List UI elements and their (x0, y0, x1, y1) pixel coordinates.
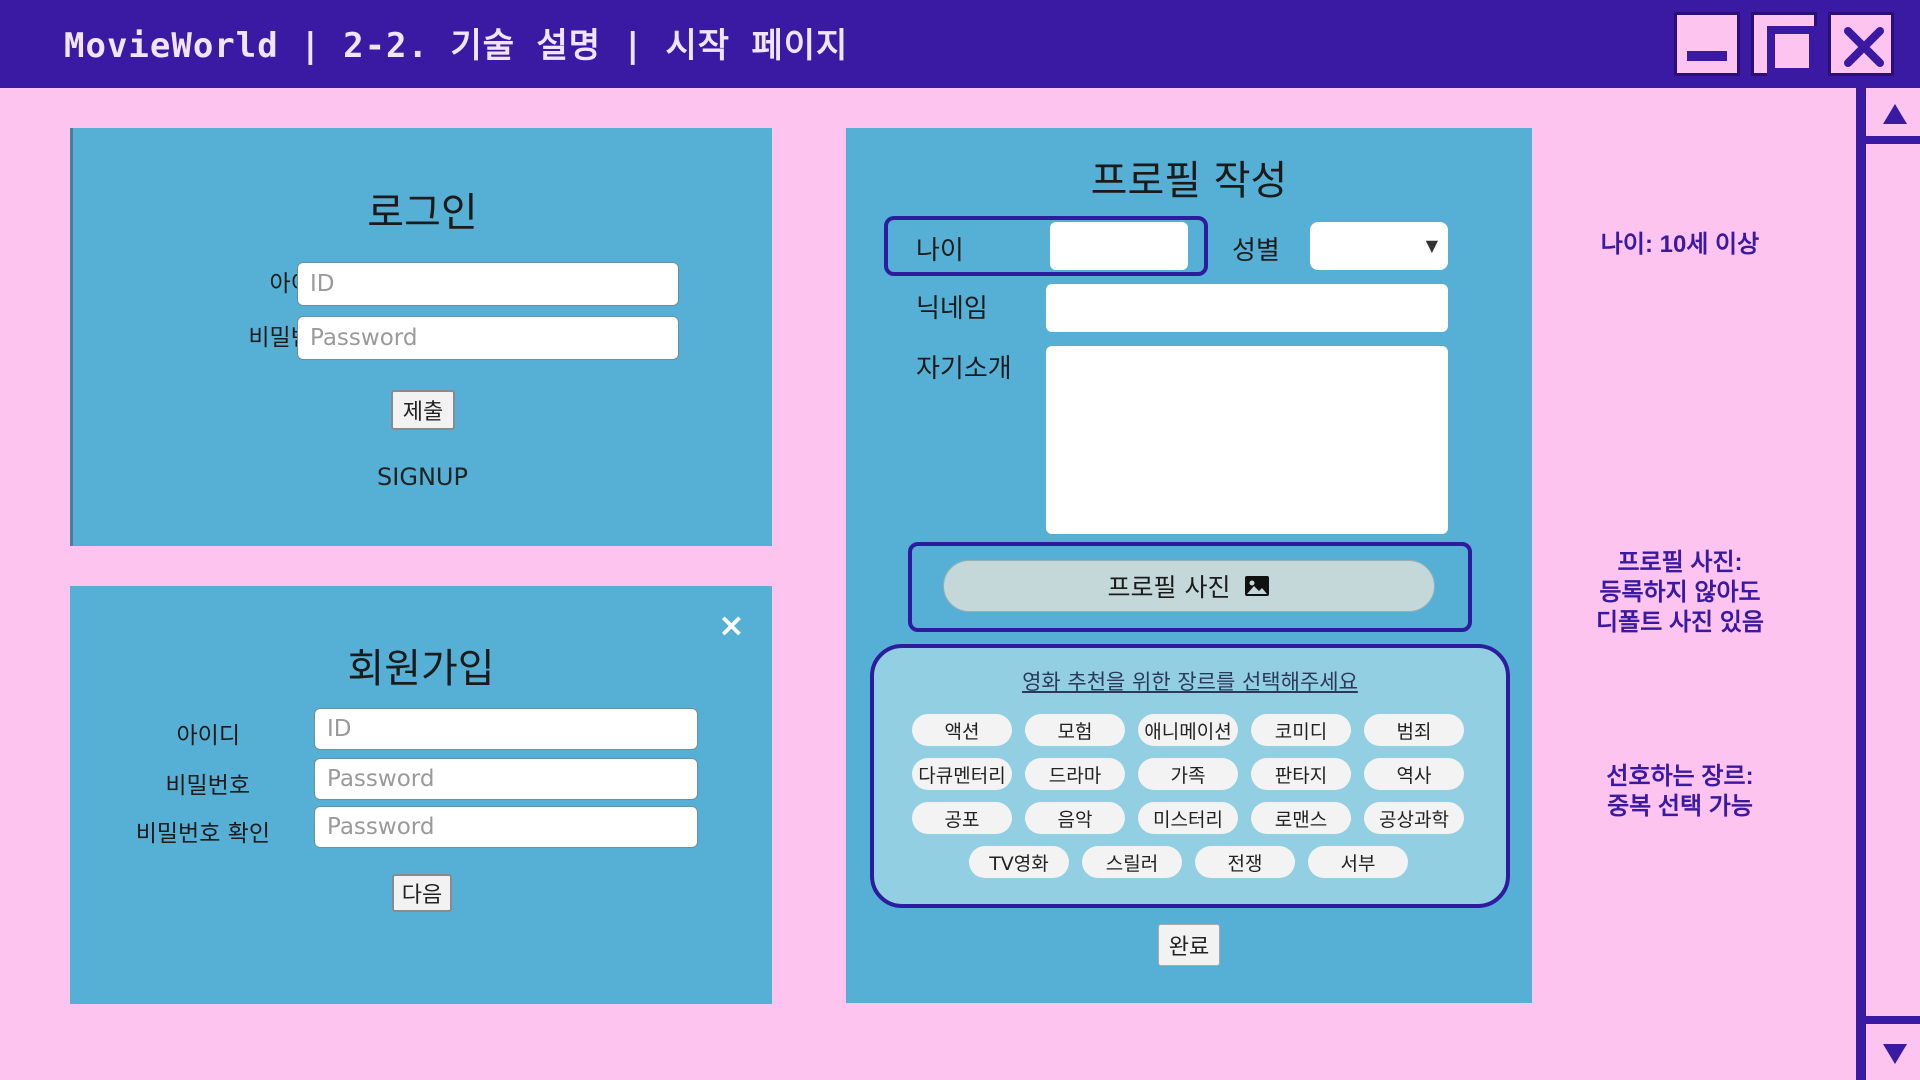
genre-chip[interactable]: 애니메이션 (1138, 714, 1238, 746)
scroll-down-button[interactable] (1866, 1016, 1920, 1080)
signup-password-label: 비밀번호 (165, 773, 250, 799)
maximize-button[interactable] (1751, 12, 1817, 76)
title-bar: MovieWorld | 2-2. 기술 설명 | 시작 페이지 (0, 0, 1920, 88)
genre-chip[interactable]: 미스터리 (1138, 802, 1238, 834)
minimize-button[interactable] (1674, 12, 1740, 76)
login-submit-button[interactable]: 제출 (391, 390, 455, 430)
genre-chip[interactable]: 가족 (1138, 758, 1238, 790)
genre-chip[interactable]: 드라마 (1025, 758, 1125, 790)
genre-note: 선호하는 장르: 중복 선택 가능 (1560, 762, 1800, 822)
arrow-down-icon (1883, 1044, 1907, 1064)
vertical-scrollbar[interactable] (1856, 88, 1920, 1080)
genre-chip[interactable]: 모험 (1025, 714, 1125, 746)
genre-note-line: 선호하는 장르: (1606, 763, 1754, 790)
intro-label: 자기소개 (916, 354, 1012, 384)
gender-label: 성별 (1232, 236, 1280, 266)
genre-chip[interactable]: TV영화 (969, 846, 1069, 878)
signup-id-input[interactable]: ID (314, 708, 698, 750)
signup-password-confirm-input[interactable]: Password (314, 806, 698, 848)
genre-chip[interactable]: 역사 (1364, 758, 1464, 790)
signup-next-button[interactable]: 다음 (392, 874, 452, 912)
genre-title: 영화 추천을 위한 장르를 선택해주세요 (1022, 670, 1358, 694)
genre-chip[interactable]: 서부 (1308, 846, 1408, 878)
login-panel: 로그인 아이디 ID 비밀번호 Password 제출 SIGNUP (70, 128, 772, 546)
login-heading: 로그인 (367, 190, 478, 236)
login-id-input[interactable]: ID (297, 262, 679, 306)
nickname-input[interactable] (1046, 284, 1448, 332)
genre-selection-box: 영화 추천을 위한 장르를 선택해주세요 액션 모험 애니메이션 코미디 범죄다큐멘터리… (870, 644, 1510, 908)
genre-chip[interactable]: 전쟁 (1195, 846, 1295, 878)
arrow-up-icon (1883, 104, 1907, 124)
age-label: 나이 (916, 236, 964, 266)
genre-chip[interactable]: 액션 (912, 714, 1012, 746)
intro-textarea[interactable] (1046, 346, 1448, 534)
gender-select[interactable]: ▼ (1310, 222, 1448, 270)
signup-password-confirm-label: 비밀번호 확인 (135, 821, 270, 847)
signup-id-label: 아이디 (176, 723, 240, 749)
genre-chip[interactable]: 스릴러 (1082, 846, 1182, 878)
photo-note-line: 디폴트 사진 있음 (1596, 609, 1764, 636)
signup-heading: 회원가입 (347, 646, 495, 692)
login-password-input[interactable]: Password (297, 316, 679, 360)
genre-chip[interactable]: 로맨스 (1251, 802, 1351, 834)
genre-chip[interactable]: 음악 (1025, 802, 1125, 834)
signup-link[interactable]: SIGNUP (73, 463, 772, 491)
window-title: MovieWorld | 2-2. 기술 설명 | 시작 페이지 (64, 26, 849, 66)
signup-password-input[interactable]: Password (314, 758, 698, 800)
genre-chip[interactable]: 다큐멘터리 (912, 758, 1012, 790)
chevron-down-icon: ▼ (1425, 236, 1438, 255)
age-note: 나이: 10세 이상 (1600, 231, 1760, 258)
profile-panel: 프로필 작성 나이 성별 ▼ 닉네임 자기소개 프로필 사진 영화 추천을 위한… (846, 128, 1532, 1003)
profile-photo-label: 프로필 사진 (1107, 573, 1231, 602)
genre-chip[interactable]: 공포 (912, 802, 1012, 834)
photo-note: 프로필 사진: 등록하지 않아도 디폴트 사진 있음 (1560, 548, 1800, 638)
close-window-button[interactable] (1828, 12, 1894, 76)
genre-note-line: 중복 선택 가능 (1607, 793, 1753, 820)
photo-note-line: 프로필 사진: (1617, 549, 1743, 576)
photo-note-line: 등록하지 않아도 (1599, 579, 1761, 606)
nickname-label: 닉네임 (916, 294, 988, 324)
scroll-up-button[interactable] (1866, 88, 1920, 144)
genre-chip[interactable]: 코미디 (1251, 714, 1351, 746)
signup-panel: × 회원가입 아이디 ID 비밀번호 Password 비밀번호 확인 Pass… (70, 586, 772, 1004)
image-icon (1245, 576, 1270, 596)
profile-heading: 프로필 작성 (1090, 158, 1288, 204)
done-button[interactable]: 완료 (1158, 924, 1220, 966)
genre-chip[interactable]: 공상과학 (1364, 802, 1464, 834)
profile-photo-button[interactable]: 프로필 사진 (943, 560, 1435, 612)
genre-chip[interactable]: 범죄 (1364, 714, 1464, 746)
genre-chip[interactable]: 판타지 (1251, 758, 1351, 790)
close-icon (1844, 27, 1884, 67)
age-input[interactable] (1050, 222, 1188, 270)
